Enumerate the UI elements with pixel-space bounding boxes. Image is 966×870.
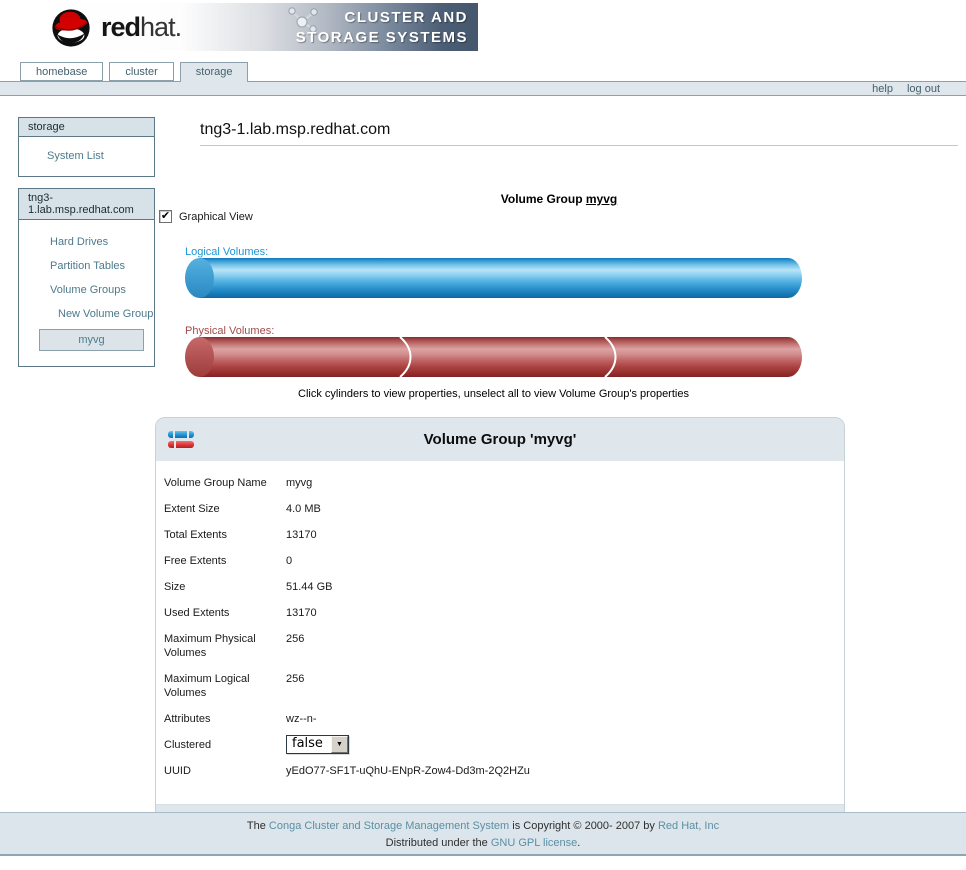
conga-link[interactable]: Conga Cluster and Storage Management Sys… bbox=[269, 820, 509, 832]
logical-volume-cylinder-cap bbox=[185, 258, 214, 298]
property-row: Maximum Physical Volumes256 bbox=[156, 626, 844, 666]
physical-volume-segment-dividers bbox=[185, 337, 802, 377]
graphical-view-label: Graphical View bbox=[179, 211, 253, 223]
property-row: UUIDyEdO77-SF1T-uQhU-ENpR-Zow4-Dd3m-2Q2H… bbox=[156, 758, 844, 784]
dropdown-arrow-icon[interactable]: ▼ bbox=[331, 736, 348, 753]
clustered-select[interactable]: false ▼ bbox=[286, 735, 349, 754]
sidebar-item-myvg[interactable]: myvg bbox=[39, 329, 144, 351]
tab-homebase[interactable]: homebase bbox=[20, 62, 103, 81]
property-row: Free Extents0 bbox=[156, 548, 844, 574]
panel-body: Volume Group Namemyvg Extent Size4.0 MB … bbox=[156, 461, 844, 804]
banner-title: CLUSTER AND STORAGE SYSTEMS bbox=[296, 8, 468, 48]
property-row-clustered: Clustered false ▼ bbox=[156, 732, 844, 758]
redhat-logo-icon bbox=[50, 5, 92, 49]
volume-group-name-link[interactable]: myvg bbox=[586, 192, 617, 206]
sidebar-system-title: tng3-1.lab.msp.redhat.com bbox=[19, 189, 154, 220]
tab-storage[interactable]: storage bbox=[180, 62, 249, 82]
cylinder-caption: Click cylinders to view properties, unse… bbox=[185, 388, 802, 400]
sidebar-item-partition-tables[interactable]: Partition Tables bbox=[19, 254, 154, 278]
sidebar-system-box: tng3-1.lab.msp.redhat.com Hard Drives Pa… bbox=[18, 188, 155, 367]
sidebar-item-system-list[interactable]: System List bbox=[47, 150, 104, 162]
copyright-line: The Conga Cluster and Storage Management… bbox=[0, 820, 966, 832]
page-footer: The Conga Cluster and Storage Management… bbox=[0, 812, 966, 856]
redhat-wordmark: redhat. bbox=[101, 12, 181, 43]
header-banner: redhat. CLUSTER AND STORAGE SYSTEMS bbox=[28, 3, 478, 51]
main-tabs: homebase cluster storage bbox=[20, 62, 248, 81]
sidebar-item-volume-groups[interactable]: Volume Groups bbox=[19, 278, 154, 302]
sidebar-item-new-volume-group[interactable]: New Volume Group bbox=[19, 302, 154, 326]
redhat-link[interactable]: Red Hat, Inc bbox=[658, 820, 719, 832]
volume-group-panel: Volume Group 'myvg' Volume Group Namemyv… bbox=[155, 417, 845, 844]
property-row: Used Extents13170 bbox=[156, 600, 844, 626]
page-title: tng3-1.lab.msp.redhat.com bbox=[200, 121, 958, 146]
property-row: Volume Group Namemyvg bbox=[156, 470, 844, 496]
graphical-view-checkbox[interactable]: ✔ bbox=[159, 210, 172, 223]
logout-link[interactable]: log out bbox=[907, 83, 940, 95]
property-row: Maximum Logical Volumes256 bbox=[156, 666, 844, 706]
property-row: Size51.44 GB bbox=[156, 574, 844, 600]
volume-group-heading: Volume Group myvg bbox=[160, 192, 958, 206]
help-link[interactable]: help bbox=[872, 83, 893, 95]
property-row: Attributeswz--n- bbox=[156, 706, 844, 732]
logical-volume-cylinder-body[interactable] bbox=[199, 258, 802, 298]
sidebar-item-hard-drives[interactable]: Hard Drives bbox=[19, 230, 154, 254]
logical-volume-cylinder[interactable] bbox=[185, 258, 802, 298]
property-row: Extent Size4.0 MB bbox=[156, 496, 844, 522]
panel-header: Volume Group 'myvg' bbox=[156, 418, 844, 461]
clustered-select-value: false bbox=[287, 736, 331, 753]
property-row: Total Extents13170 bbox=[156, 522, 844, 548]
logical-volumes-label: Logical Volumes: bbox=[185, 246, 268, 258]
physical-volumes-label: Physical Volumes: bbox=[185, 325, 274, 337]
graphical-view-row: ✔ Graphical View bbox=[159, 210, 253, 223]
session-bar: help log out bbox=[0, 81, 966, 96]
panel-title: Volume Group 'myvg' bbox=[424, 431, 577, 448]
sidebar-storage-box: storage System List bbox=[18, 117, 155, 177]
gpl-license-link[interactable]: GNU GPL license bbox=[491, 837, 577, 849]
checkmark-icon: ✔ bbox=[161, 211, 170, 222]
sidebar-storage-title: storage bbox=[19, 118, 154, 137]
physical-volume-cylinder[interactable] bbox=[185, 337, 802, 377]
volume-group-icon bbox=[168, 431, 194, 451]
license-line: Distributed under the GNU GPL license. bbox=[0, 837, 966, 849]
tab-cluster[interactable]: cluster bbox=[109, 62, 173, 81]
